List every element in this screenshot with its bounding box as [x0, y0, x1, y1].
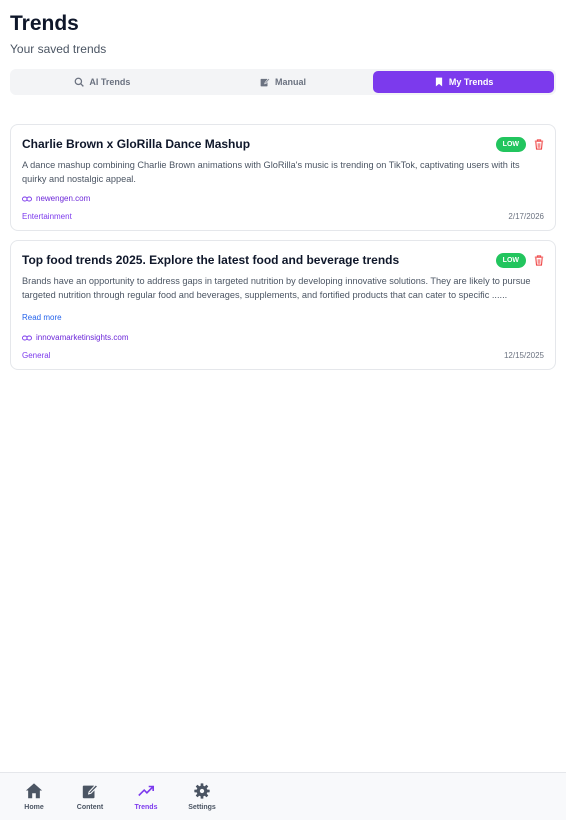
nav-label: Content [76, 804, 104, 811]
delete-button[interactable] [534, 254, 544, 266]
trends-page: Trends Your saved trends AI Trends Manua… [0, 0, 566, 820]
trend-tabs: AI Trends Manual My Trends [10, 69, 556, 95]
trend-description: A dance mashup combining Charlie Brown a… [22, 160, 520, 184]
link-icon [22, 335, 32, 340]
trend-list: Charlie Brown x GloRilla Dance Mashup LO… [0, 124, 566, 370]
trash-icon [534, 138, 544, 150]
read-more-link[interactable]: Read more [22, 313, 62, 322]
delete-button[interactable] [534, 138, 544, 150]
gear-icon [194, 783, 210, 799]
tab-label: My Trends [448, 77, 494, 87]
tab-ai-trends[interactable]: AI Trends [12, 71, 193, 93]
edit-icon [260, 77, 270, 87]
tab-label: Manual [275, 77, 307, 87]
search-icon [74, 77, 85, 87]
bookmark-icon [435, 77, 443, 87]
page-title: Trends [10, 12, 79, 35]
nav-content[interactable]: Content [62, 773, 118, 820]
nav-home[interactable]: Home [6, 773, 62, 820]
nav-trends[interactable]: Trends [118, 773, 174, 820]
trend-card[interactable]: Top food trends 2025. Explore the latest… [10, 240, 556, 370]
trash-icon [534, 254, 544, 266]
source-link[interactable]: newengen.com [36, 194, 90, 203]
trend-date: 2/17/2026 [508, 212, 544, 221]
category-label: Entertainment [22, 212, 72, 221]
nav-settings[interactable]: Settings [174, 773, 230, 820]
trend-date: 12/15/2025 [503, 351, 544, 360]
source-link[interactable]: innovamarketinsights.com [36, 333, 128, 342]
tab-manual[interactable]: Manual [193, 71, 374, 93]
tab-my-trends[interactable]: My Trends [373, 71, 555, 93]
page-subtitle: Your saved trends [10, 42, 107, 56]
tab-label: AI Trends [89, 77, 131, 87]
trend-title: Charlie Brown x GloRilla Dance Mashup [22, 137, 251, 151]
edit-icon [82, 783, 99, 799]
nav-label: Home [24, 804, 44, 811]
trending-up-icon [138, 785, 155, 797]
nav-label: Trends [134, 804, 158, 811]
trend-title: Top food trends 2025. Explore the latest… [22, 253, 400, 267]
priority-badge: LOW [495, 136, 526, 152]
bottom-nav: Home Content Trends Settings [0, 772, 566, 820]
trend-description: Brands have an opportunity to address ga… [22, 276, 531, 300]
link-icon [22, 196, 32, 201]
trend-card[interactable]: Charlie Brown x GloRilla Dance Mashup LO… [10, 124, 556, 231]
home-icon [25, 783, 43, 799]
priority-badge: LOW [495, 252, 526, 268]
nav-label: Settings [188, 804, 216, 811]
header: Trends Your saved trends [0, 0, 566, 56]
category-label: General [22, 351, 51, 360]
